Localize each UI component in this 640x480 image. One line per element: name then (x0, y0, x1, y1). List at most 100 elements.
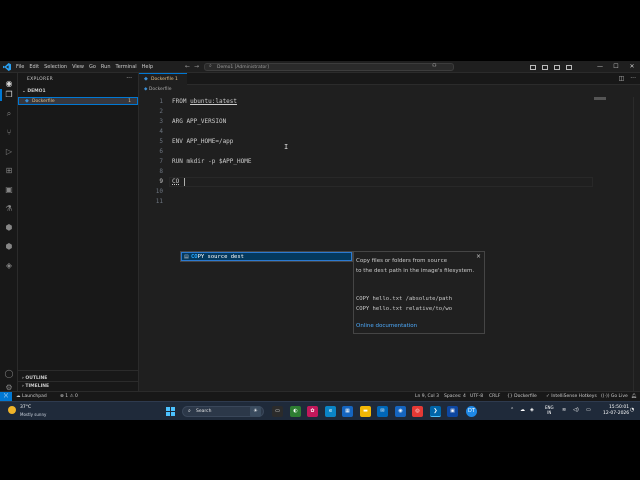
vertical-scrollbar[interactable] (633, 97, 640, 391)
widgets-icon[interactable]: ☀ (250, 406, 261, 417)
settings-app-icon[interactable]: ◉ (395, 406, 406, 417)
close-icon[interactable]: × (476, 253, 481, 260)
weather-temperature[interactable]: 37°C (20, 405, 31, 410)
minimap[interactable] (594, 97, 606, 100)
explorer-icon[interactable]: ❐ (4, 90, 14, 100)
suggestion-details: × Copy files or folders from source to th… (353, 251, 485, 334)
menu-view[interactable]: View (72, 61, 84, 73)
system-clock[interactable]: 15:50:01 12-07-2026 (603, 405, 629, 417)
edge-browser-icon[interactable]: e (325, 406, 336, 417)
customize-layout-icon[interactable] (566, 64, 572, 70)
language-mode[interactable]: {} Dockerfile (507, 392, 537, 401)
testing-icon[interactable]: ⚗ (4, 204, 14, 214)
line-number: 5 (159, 138, 163, 145)
workspace-folder[interactable]: ⌄ DEMO1 (22, 89, 46, 94)
code-line: 10 (139, 187, 599, 197)
online-documentation-link[interactable]: Online documentation (356, 323, 417, 329)
toggle-secondary-sidebar-icon[interactable] (554, 64, 560, 70)
task-view-icon[interactable]: ▭ (272, 406, 283, 417)
copilot-app-icon[interactable]: ◐ (290, 406, 301, 417)
line-number: 4 (159, 128, 163, 135)
breadcrumb[interactable]: ◆ Dockerfile (144, 87, 172, 92)
toggle-panel-icon[interactable] (542, 64, 548, 70)
source-control-icon[interactable]: ⑂ (4, 128, 14, 138)
workspace-folder-label: DEMO1 (27, 89, 46, 94)
encoding[interactable]: UTF-8 (470, 392, 483, 401)
problems-item[interactable]: ⊗ 1 ⚠ 0 (60, 392, 78, 401)
eol[interactable]: CRLF (489, 392, 500, 401)
vscode-taskbar-icon[interactable]: ❯ (430, 406, 441, 417)
show-hidden-icons-icon[interactable]: ⌃ (510, 408, 514, 413)
more-actions-icon[interactable]: ··· (126, 75, 132, 82)
section-divider (18, 381, 138, 382)
user-app-icon[interactable]: DT (466, 406, 477, 417)
forward-arrow-icon[interactable]: → (194, 63, 203, 70)
cursor-position[interactable]: Ln 9, Col 3 (415, 392, 439, 401)
menu-file[interactable]: File (16, 61, 24, 73)
close-button[interactable]: ✕ (624, 61, 640, 73)
chrome-browser-icon[interactable]: ◎ (412, 406, 423, 417)
menu-terminal[interactable]: Terminal (116, 61, 137, 73)
timeline-label: TIMELINE (25, 384, 50, 389)
intellisense-hotkeys[interactable]: ✓ IntelliSense Hotkeys (546, 392, 597, 401)
copilot-chat-icon[interactable]: ◉ (4, 79, 14, 89)
file-item-dockerfile[interactable]: ◆ Dockerfile 1 (18, 97, 138, 105)
indentation[interactable]: Spaces: 4 (444, 392, 466, 401)
go-live[interactable]: ((·)) Go Live (601, 392, 628, 401)
onedrive-icon[interactable]: ☁ (520, 408, 525, 413)
security-icon[interactable]: ◈ (530, 408, 534, 413)
live-share-icon[interactable]: ⬢ (4, 242, 14, 252)
timeline-section[interactable]: › TIMELINE (22, 384, 49, 389)
launchpad-item[interactable]: ☁ Launchpad (16, 392, 47, 401)
mouse-ibeam-cursor-icon: I (284, 143, 289, 151)
extensions-icon[interactable]: ⊞ (4, 166, 14, 176)
line-number: 6 (159, 148, 163, 155)
copilot-icon[interactable]: ⚇ (432, 63, 444, 71)
file-explorer-icon[interactable]: ▬ (360, 406, 371, 417)
menu-bar: File Edit Selection View Go Run Terminal… (16, 61, 158, 73)
remote-indicator-icon[interactable]: ⟩⟨ (0, 392, 12, 401)
language-indicator[interactable]: ENG IN (545, 405, 554, 415)
accounts-icon[interactable]: ◯ (4, 369, 14, 379)
menu-go[interactable]: Go (89, 61, 96, 73)
microsoft-store-icon[interactable]: ▦ (342, 406, 353, 417)
problem-badge: 1 (128, 99, 131, 104)
windows-start-icon[interactable] (166, 407, 175, 416)
minimize-button[interactable]: — (592, 61, 608, 73)
photos-app-icon[interactable]: ▣ (447, 406, 458, 417)
menu-help[interactable]: Help (142, 61, 153, 73)
maximize-button[interactable]: ☐ (608, 61, 624, 73)
menu-selection[interactable]: Selection (44, 61, 67, 73)
command-center[interactable]: ⌕ Demo1 [Administrator] (204, 63, 454, 71)
back-arrow-icon[interactable]: ← (185, 63, 194, 70)
mail-icon[interactable]: ✉ (377, 406, 388, 417)
notifications-bell-icon[interactable]: 🔔︎ (631, 392, 637, 401)
line-number: 3 (159, 118, 163, 125)
remote-explorer-icon[interactable]: ▣ (4, 185, 14, 195)
code-line: 4 (139, 127, 599, 137)
menu-edit[interactable]: Edit (29, 61, 39, 73)
containers-icon[interactable]: ◈ (4, 261, 14, 271)
code-line-current: 9 CO (139, 177, 599, 187)
weather-sun-icon[interactable] (8, 406, 16, 414)
volume-icon[interactable]: ◁) (573, 408, 579, 413)
run-debug-icon[interactable]: ▷ (4, 147, 14, 157)
wifi-icon[interactable]: ≋ (562, 408, 566, 413)
screen: File Edit Selection View Go Run Terminal… (0, 0, 640, 480)
battery-icon[interactable]: ▭ (586, 408, 591, 413)
menu-run[interactable]: Run (101, 61, 111, 73)
line-number: 1 (159, 98, 163, 105)
search-icon[interactable]: ⌕ (4, 109, 14, 119)
copilot-icon[interactable]: ✿ (307, 406, 318, 417)
code-line: 1 FROM ubuntu:latest (139, 97, 599, 107)
docker-file-icon: ◆ (144, 87, 148, 92)
more-actions-icon[interactable]: ··· (630, 75, 636, 82)
clock-time: 15:50:01 (608, 405, 630, 410)
docker-icon[interactable]: ⬢ (4, 223, 14, 233)
toggle-sidebar-icon[interactable] (530, 64, 536, 70)
tab-dockerfile[interactable]: ◆ Dockerfile 1 (139, 73, 187, 85)
notification-center-icon[interactable]: ◔ (630, 408, 634, 413)
split-editor-icon[interactable]: ◫ (619, 75, 625, 82)
suggestion-item-copy[interactable]: ▤ COPY source dest (181, 252, 352, 261)
weather-condition[interactable]: Mostly sunny (20, 412, 46, 417)
